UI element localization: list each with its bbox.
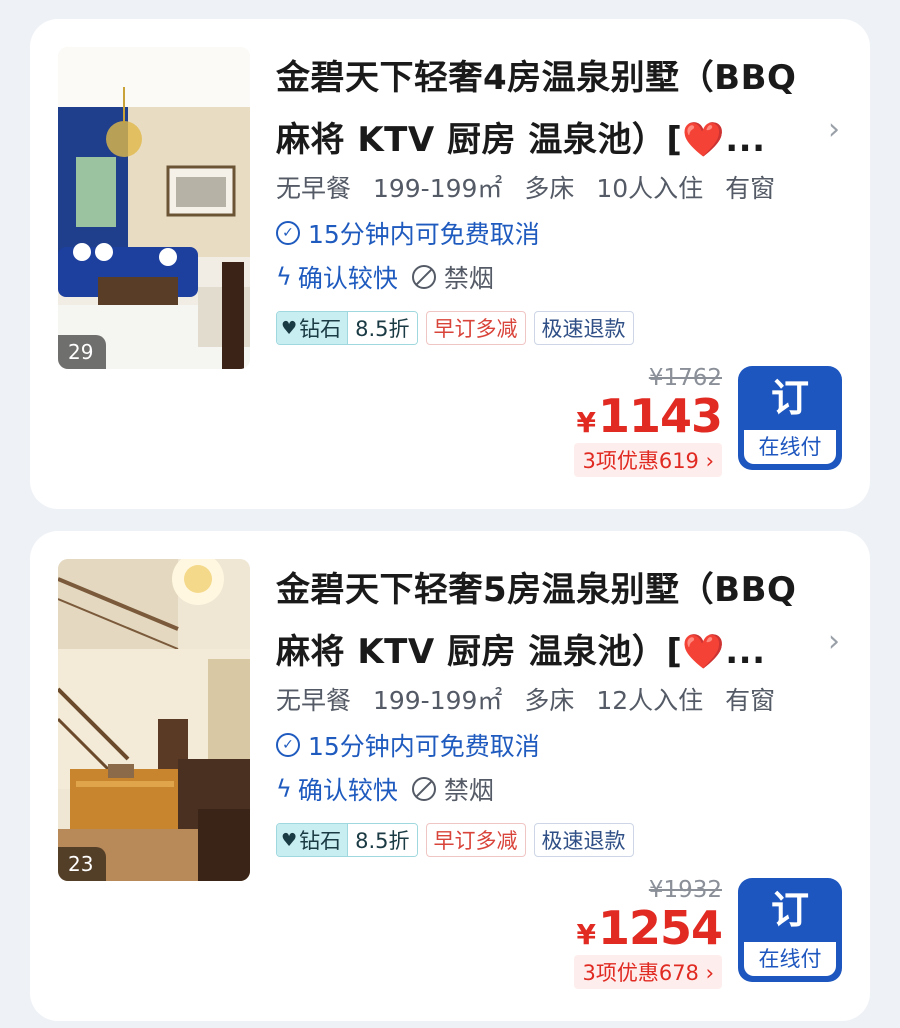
no-smoking-text: 禁烟 bbox=[443, 776, 494, 805]
room-features: ϟ 确认较快 禁烟 bbox=[276, 259, 494, 295]
check-circle-icon: ✓ bbox=[276, 733, 300, 757]
fast-refund-tag: 极速退款 bbox=[533, 823, 634, 857]
currency-symbol: ¥ bbox=[576, 918, 596, 951]
room-title-line2: 麻将 KTV 厨房 温泉池）[❤️... bbox=[276, 621, 846, 683]
book-label: 订 bbox=[770, 888, 809, 932]
room-title[interactable]: 金碧天下轻奢5房温泉别墅（BBQ 麻将 KTV 厨房 温泉池）[❤️... bbox=[276, 559, 846, 683]
window-info: 有窗 bbox=[725, 686, 776, 715]
fast-refund-tag: 极速退款 bbox=[533, 311, 634, 345]
room-title-line1: 金碧天下轻奢4房温泉别墅（BBQ bbox=[276, 58, 797, 98]
photo-count-badge: 23 bbox=[58, 847, 106, 881]
occupancy-info: 12人入住 bbox=[596, 686, 704, 715]
no-smoking-icon bbox=[411, 777, 436, 801]
quick-confirm-text: 确认较快 bbox=[297, 264, 398, 293]
lightning-icon: ϟ bbox=[276, 775, 292, 803]
living-room-image bbox=[58, 47, 250, 369]
room-title-line1: 金碧天下轻奢5房温泉别墅（BBQ bbox=[276, 570, 797, 610]
free-cancel-policy: ✓ 15分钟内可免费取消 bbox=[276, 215, 540, 251]
early-booking-tag: 早订多减 bbox=[425, 311, 526, 345]
quick-confirm-text: 确认较快 bbox=[297, 776, 398, 805]
diamond-label: 钻石 bbox=[299, 317, 342, 341]
diamond-member-tag: ♥ 钻石 8.5折 bbox=[276, 823, 418, 857]
currency-symbol: ¥ bbox=[576, 406, 596, 439]
area-info: 199-199㎡ bbox=[372, 686, 503, 715]
heart-icon: ❤️ bbox=[682, 632, 726, 672]
room-title-line2-text: 麻将 KTV 厨房 温泉池）[ bbox=[276, 632, 683, 672]
room-card[interactable]: 29 金碧天下轻奢4房温泉别墅（BBQ 麻将 KTV 厨房 温泉池）[❤️...… bbox=[30, 19, 870, 509]
book-label: 订 bbox=[770, 376, 809, 420]
promo-tags: ♥ 钻石 8.5折 早订多减 极速退款 bbox=[276, 823, 634, 857]
free-cancel-policy: ✓ 15分钟内可免费取消 bbox=[276, 727, 540, 763]
room-title[interactable]: 金碧天下轻奢4房温泉别墅（BBQ 麻将 KTV 厨房 温泉池）[❤️... bbox=[276, 47, 846, 171]
lightning-icon: ϟ bbox=[276, 263, 292, 291]
promo-tags: ♥ 钻石 8.5折 早订多减 极速退款 bbox=[276, 311, 634, 345]
chevron-right-icon[interactable]: › bbox=[828, 627, 840, 657]
window-info: 有窗 bbox=[725, 174, 776, 203]
title-ellipsis: ... bbox=[725, 632, 766, 672]
diamond-label: 钻石 bbox=[299, 829, 342, 853]
title-ellipsis: ... bbox=[725, 120, 766, 160]
original-price: ¥1932 bbox=[648, 877, 722, 903]
diamond-discount: 8.5折 bbox=[347, 824, 417, 856]
room-features: ϟ 确认较快 禁烟 bbox=[276, 771, 494, 807]
free-cancel-text: 15分钟内可免费取消 bbox=[308, 220, 540, 249]
discount-details-link[interactable]: 3项优惠678 › bbox=[574, 955, 722, 989]
check-circle-icon: ✓ bbox=[276, 221, 300, 245]
area-info: 199-199㎡ bbox=[372, 174, 503, 203]
no-smoking-text: 禁烟 bbox=[443, 264, 494, 293]
photo-count-badge: 29 bbox=[58, 335, 106, 369]
occupancy-info: 10人入住 bbox=[596, 174, 704, 203]
discount-details-link[interactable]: 3项优惠619 › bbox=[574, 443, 722, 477]
diamond-icon: ♥ bbox=[281, 829, 298, 851]
no-smoking-icon bbox=[411, 265, 436, 289]
diamond-icon: ♥ bbox=[281, 317, 298, 339]
room-photo[interactable]: 23 bbox=[58, 559, 250, 881]
room-title-line2-text: 麻将 KTV 厨房 温泉池）[ bbox=[276, 120, 683, 160]
breakfast-info: 无早餐 bbox=[276, 686, 352, 715]
price-amount: 1143 bbox=[597, 389, 723, 443]
room-info: 无早餐 199-199㎡ 多床 12人入住 有窗 bbox=[276, 681, 789, 717]
chevron-right-icon[interactable]: › bbox=[828, 115, 840, 145]
original-price: ¥1762 bbox=[648, 365, 722, 391]
pay-online-label: 在线付 bbox=[744, 430, 836, 464]
early-booking-tag: 早订多减 bbox=[425, 823, 526, 857]
room-photo[interactable]: 29 bbox=[58, 47, 250, 369]
heart-icon: ❤️ bbox=[682, 120, 726, 160]
book-button[interactable]: 订 在线付 bbox=[738, 878, 842, 982]
price-amount: 1254 bbox=[597, 901, 723, 955]
current-price: ¥ 1143 bbox=[576, 389, 723, 443]
room-title-line2: 麻将 KTV 厨房 温泉池）[❤️... bbox=[276, 109, 846, 171]
book-button[interactable]: 订 在线付 bbox=[738, 366, 842, 470]
current-price: ¥ 1254 bbox=[576, 901, 723, 955]
room-info: 无早餐 199-199㎡ 多床 10人入住 有窗 bbox=[276, 169, 789, 205]
pay-online-label: 在线付 bbox=[744, 942, 836, 976]
bed-info: 多床 bbox=[524, 174, 575, 203]
diamond-member-tag: ♥ 钻石 8.5折 bbox=[276, 311, 418, 345]
room-card[interactable]: 23 金碧天下轻奢5房温泉别墅（BBQ 麻将 KTV 厨房 温泉池）[❤️...… bbox=[30, 531, 870, 1021]
breakfast-info: 无早餐 bbox=[276, 174, 352, 203]
diamond-discount: 8.5折 bbox=[347, 312, 417, 344]
free-cancel-text: 15分钟内可免费取消 bbox=[308, 732, 540, 761]
bed-info: 多床 bbox=[524, 686, 575, 715]
dining-room-image bbox=[58, 559, 250, 881]
